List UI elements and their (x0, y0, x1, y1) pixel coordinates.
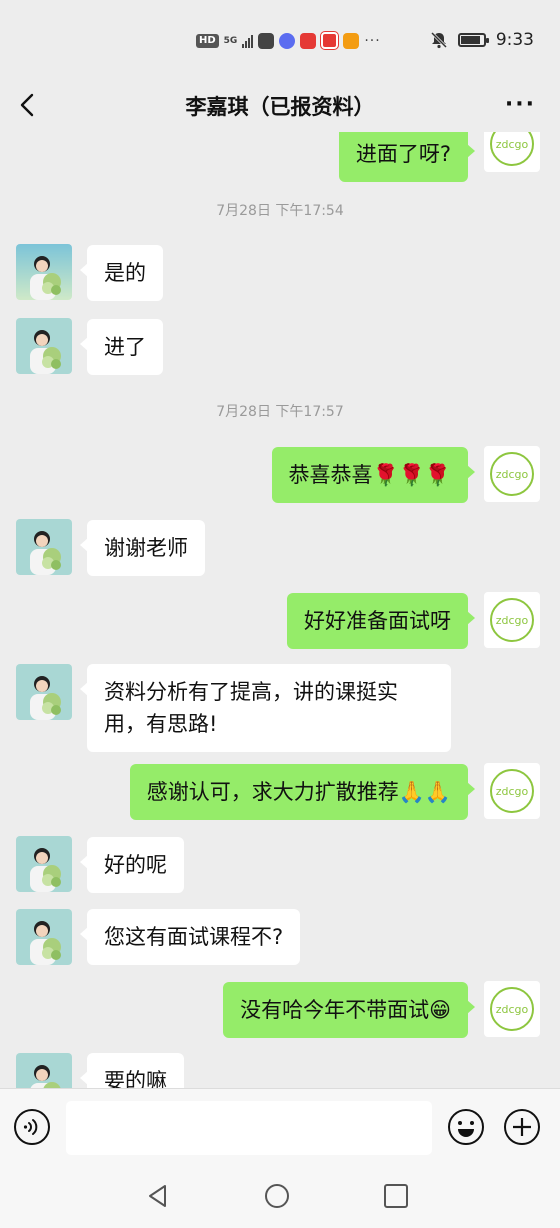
chat-title: 李嘉琪（已报资料） (185, 95, 375, 119)
avatar[interactable] (16, 909, 72, 965)
signal-icon (242, 34, 254, 48)
message-text: 您这有面试课程不? (104, 925, 284, 949)
contact-avatar-image (16, 318, 72, 374)
app-notification-icon (300, 32, 317, 49)
timestamp: 7月28日 下午17:54 (216, 203, 344, 219)
avatar[interactable]: zdcgo (484, 592, 540, 648)
zdcgo-logo-icon: zdcgo (490, 598, 534, 642)
contact-avatar-image (16, 519, 72, 575)
network-label: 5G (223, 35, 238, 46)
avatar[interactable] (16, 318, 72, 374)
battery-level (460, 36, 480, 44)
message-bubble-incoming[interactable]: 是的 (80, 245, 163, 301)
avatar[interactable] (16, 1053, 72, 1088)
more-notifications-icon: ··· (364, 32, 381, 49)
zdcgo-logo-icon: zdcgo (490, 769, 534, 813)
nav-home-icon[interactable] (263, 1182, 291, 1210)
contact-avatar-image (16, 664, 72, 720)
status-left: HD 5G ··· (196, 32, 381, 49)
message-text: 没有哈今年不带面试😁 (240, 998, 451, 1022)
message-bubble-outgoing[interactable]: 感谢认可，求大力扩散推荐🙏🙏 (129, 764, 476, 820)
nav-recents-icon[interactable] (382, 1182, 410, 1210)
avatar[interactable] (16, 664, 72, 720)
svg-text:zdcgo: zdcgo (496, 468, 529, 481)
message-bubble-outgoing[interactable]: 好好准备面试呀 (287, 593, 475, 649)
zdcgo-logo-icon: zdcgo (490, 987, 534, 1031)
avatar[interactable] (16, 519, 72, 575)
nav-back-icon[interactable] (144, 1182, 172, 1210)
message-bubble-outgoing[interactable]: 恭喜恭喜🌹🌹🌹 (271, 447, 476, 503)
contact-avatar-image (16, 909, 72, 965)
svg-text:zdcgo: zdcgo (496, 785, 529, 798)
message-bubble-outgoing[interactable]: 没有哈今年不带面试😁 (223, 982, 475, 1038)
message-bubble-outgoing[interactable]: 进面了呀? (338, 132, 476, 182)
message-bubble-incoming[interactable]: 您这有面试课程不? (79, 909, 301, 965)
status-right: 9:33 (430, 30, 534, 50)
avatar[interactable]: zdcgo (484, 132, 540, 172)
app-notification-icon (321, 32, 339, 49)
message-text: 感谢认可，求大力扩散推荐🙏🙏 (146, 780, 451, 804)
message-bubble-incoming[interactable]: 进了 (80, 319, 163, 375)
voice-icon[interactable] (13, 1108, 51, 1146)
message-bubble-incoming[interactable]: 谢谢老师 (80, 520, 205, 576)
message-text: 是的 (104, 261, 146, 285)
message-text: 谢谢老师 (104, 536, 188, 560)
message-text: 进了 (104, 335, 146, 359)
app-notification-icon (343, 32, 360, 49)
svg-text:zdcgo: zdcgo (496, 138, 529, 151)
plus-icon[interactable] (503, 1108, 541, 1146)
svg-text:zdcgo: zdcgo (496, 614, 529, 627)
timestamp: 7月28日 下午17:57 (216, 404, 344, 420)
message-text: 资料分析有了提高，讲的课挺实用，有思路! (104, 680, 398, 736)
message-text: 恭喜恭喜🌹🌹🌹 (288, 463, 451, 487)
message-bubble-incoming[interactable]: 好的呢 (80, 837, 184, 893)
message-list[interactable]: 进面了呀? zdcgo 7月28日 下午17:54 是的 进了 7月28日 下午… (0, 132, 560, 1088)
message-text: 好的呢 (104, 853, 167, 877)
contact-avatar-image (16, 244, 72, 300)
contact-avatar-image (16, 1053, 72, 1088)
message-bubble-incoming[interactable]: 资料分析有了提高，讲的课挺实用，有思路! (80, 664, 451, 752)
hd-badge: HD (196, 33, 219, 48)
zdcgo-logo-icon: zdcgo (490, 452, 534, 496)
battery-icon (457, 33, 489, 47)
input-bar (0, 1088, 560, 1167)
status-bar: HD 5G ··· 9:33 (0, 0, 560, 80)
bell-muted-icon (430, 31, 447, 49)
contact-avatar-image (16, 836, 72, 892)
avatar[interactable]: zdcgo (484, 981, 540, 1037)
system-nav-bar (0, 1166, 560, 1228)
avatar[interactable]: zdcgo (484, 446, 540, 502)
svg-text:zdcgo: zdcgo (496, 1003, 529, 1016)
message-text: 进面了呀? (355, 142, 451, 166)
avatar[interactable]: zdcgo (484, 763, 540, 819)
chat-header: 李嘉琪（已报资料） ··· (0, 80, 560, 132)
app-notification-icon (258, 32, 275, 49)
emoji-icon[interactable] (447, 1108, 485, 1146)
avatar[interactable] (16, 836, 72, 892)
avatar[interactable] (16, 244, 72, 300)
clock: 9:33 (495, 30, 534, 50)
message-text: 要的嘛 (104, 1069, 167, 1088)
app-notification-icon (279, 32, 296, 49)
message-input[interactable] (66, 1101, 432, 1155)
message-bubble-incoming[interactable]: 要的嘛 (80, 1053, 184, 1088)
more-dots-icon[interactable]: ··· (505, 92, 536, 117)
zdcgo-logo-icon: zdcgo (490, 132, 534, 166)
message-text: 好好准备面试呀 (304, 609, 451, 633)
